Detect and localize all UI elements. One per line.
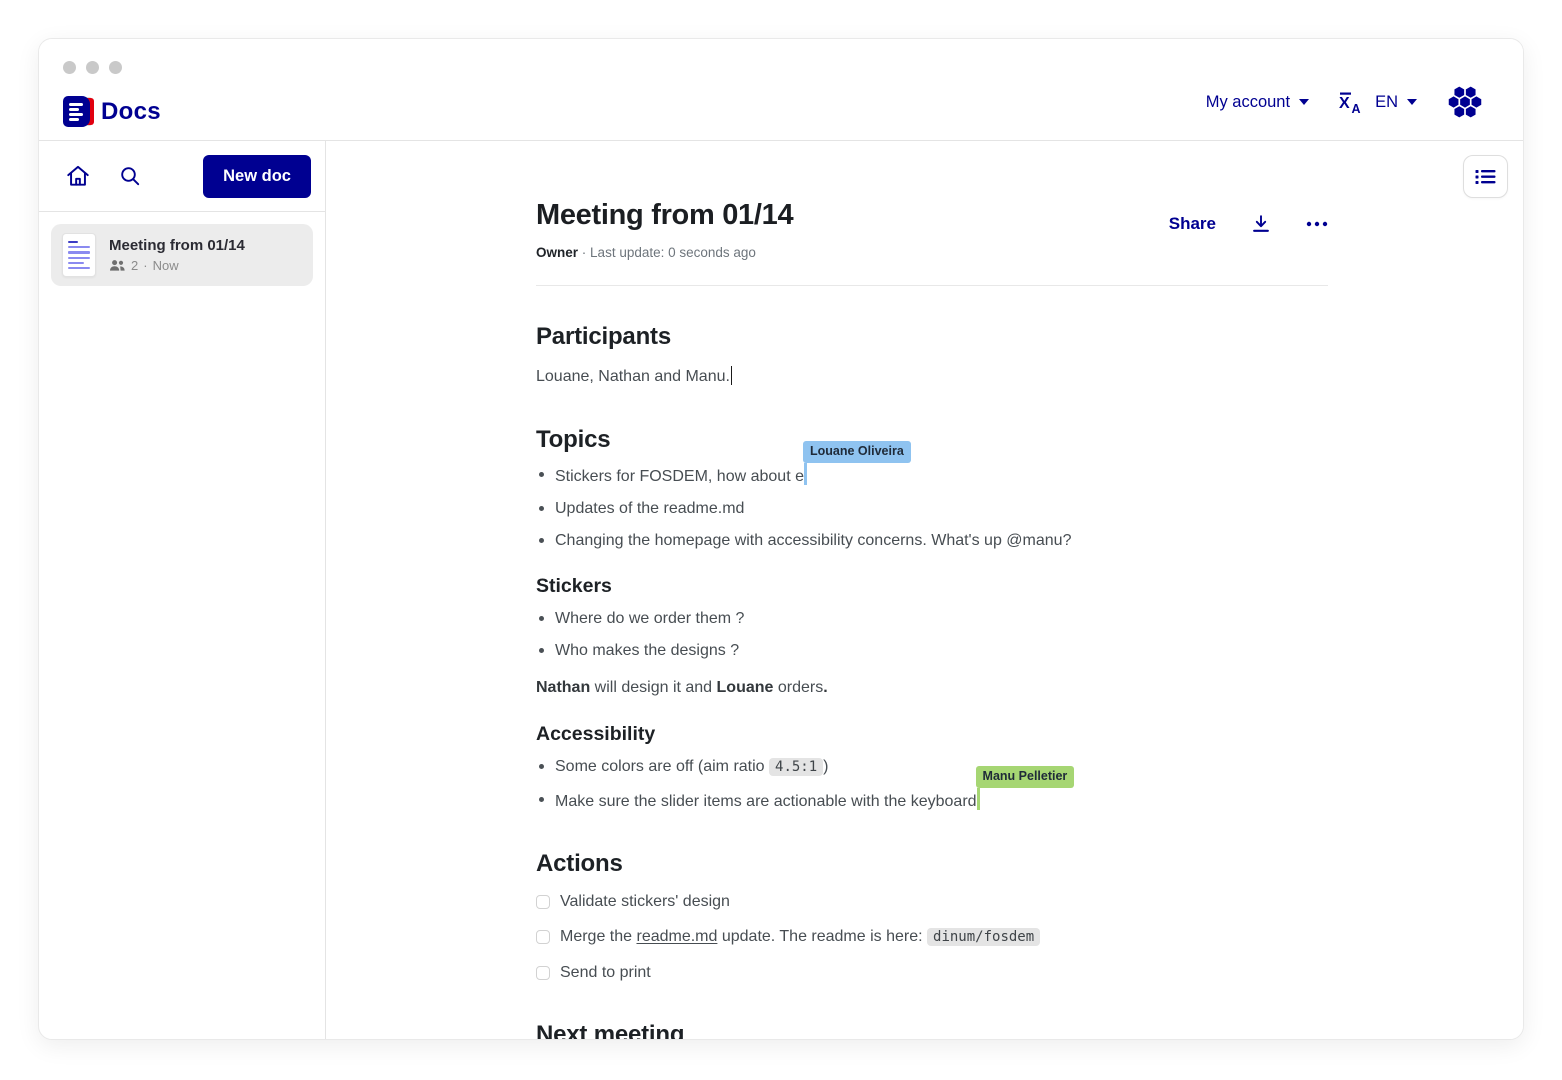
- home-button[interactable]: [59, 157, 97, 195]
- doc-bullet-item: Stickers for FOSDEM, how about eLouane O…: [536, 463, 1328, 488]
- doc-bullet-list: Some colors are off (aim ratio 4.5:1) Mak…: [536, 755, 1328, 813]
- table-of-contents-button[interactable]: [1463, 155, 1508, 198]
- doc-checklist-item: Merge the readme.md update. The readme i…: [536, 925, 1328, 949]
- checklist-item-label: Validate stickers' design: [560, 890, 730, 913]
- bold-text: .: [823, 679, 827, 696]
- app-window: Docs My account X A EN: [38, 38, 1524, 1040]
- svg-text:X: X: [1339, 95, 1350, 112]
- translate-icon: X A: [1339, 91, 1366, 114]
- window-controls: [63, 61, 122, 74]
- owner-badge: Owner: [536, 245, 578, 260]
- checkbox[interactable]: [536, 930, 550, 944]
- meta-separator: ·: [582, 245, 587, 260]
- checkbox[interactable]: [536, 966, 550, 980]
- doc-heading: Participants: [536, 322, 1328, 351]
- doc-paragraph: Louane, Nathan and Manu.: [536, 365, 1328, 389]
- doc-heading: Topics: [536, 425, 1328, 454]
- doc-checklist-item: Validate stickers' design: [536, 890, 1328, 913]
- window-dot[interactable]: [109, 61, 122, 74]
- app-title: Docs: [101, 98, 161, 126]
- doc-paragraph: Nathan will design it and Louane orders.: [536, 676, 1328, 700]
- meta-separator: ·: [143, 258, 147, 273]
- list-icon: [1474, 167, 1497, 187]
- inline-code: 4.5:1: [769, 758, 823, 776]
- collab-cursor-label: Louane Oliveira: [803, 441, 911, 463]
- checklist-item-label: Merge the readme.md update. The readme i…: [560, 925, 1040, 949]
- doc-checklist: Validate stickers' design Merge the readm…: [536, 890, 1328, 984]
- doc-checklist-item: Send to print: [536, 961, 1328, 984]
- document-meta: Owner · Last update: 0 seconds ago: [536, 245, 1328, 261]
- checklist-item-label: Send to print: [560, 961, 651, 984]
- doc-bullet-item: Where do we order them ?: [536, 607, 1328, 630]
- sidebar: New doc Meeting from 01/14: [39, 141, 326, 1039]
- checkbox[interactable]: [536, 895, 550, 909]
- search-icon: [118, 164, 142, 188]
- doc-bullet-item: Some colors are off (aim ratio 4.5:1): [536, 755, 1328, 779]
- docs-logo-icon: [63, 96, 90, 127]
- doc-heading: Accessibility: [536, 722, 1328, 746]
- language-label: EN: [1375, 93, 1398, 112]
- text-caret: [731, 366, 733, 385]
- doc-bullet-list: Stickers for FOSDEM, how about eLouane O…: [536, 463, 1328, 552]
- document-divider: [536, 285, 1328, 286]
- home-icon: [65, 163, 91, 189]
- bold-text: Louane: [717, 679, 774, 696]
- document-people-count: 2: [131, 258, 138, 273]
- language-menu[interactable]: X A EN: [1339, 91, 1417, 114]
- bold-text: Nathan: [536, 679, 590, 696]
- document-item-meta: 2 · Now: [109, 258, 245, 273]
- doc-heading: Actions: [536, 849, 1328, 878]
- document: Meeting from 01/14 Owner · Last update: …: [536, 141, 1328, 1039]
- last-update-text: Last update: 0 seconds ago: [590, 245, 756, 260]
- doc-bullet-item: Who makes the designs ?: [536, 639, 1328, 662]
- doc-bullet-item: Make sure the slider items are actionabl…: [536, 788, 1328, 813]
- more-options-icon[interactable]: [1306, 221, 1328, 227]
- doc-bullet-item: Updates of the readme.md: [536, 497, 1328, 520]
- document-body[interactable]: Participants Louane, Nathan and Manu. Topi…: [536, 322, 1328, 1039]
- svg-text:A: A: [1352, 102, 1361, 114]
- document-actions: Share: [1169, 213, 1328, 235]
- document-updated-time: Now: [153, 258, 179, 273]
- search-button[interactable]: [111, 157, 149, 195]
- people-icon: [109, 259, 126, 272]
- doc-bullet-list: Where do we order them ? Who makes the de…: [536, 607, 1328, 662]
- document-item-title: Meeting from 01/14: [109, 237, 245, 256]
- new-doc-button[interactable]: New doc: [203, 155, 311, 198]
- my-account-label: My account: [1206, 93, 1290, 112]
- inline-link[interactable]: readme.md: [636, 928, 717, 945]
- doc-heading: Stickers: [536, 574, 1328, 598]
- document-icon: [62, 233, 96, 277]
- header-controls: My account X A EN: [1206, 84, 1483, 120]
- app-header: Docs My account X A EN: [39, 39, 1523, 141]
- window-dot[interactable]: [86, 61, 99, 74]
- collab-caret: Manu Pelletier: [977, 788, 980, 810]
- doc-heading: Next meeting: [536, 1020, 1328, 1039]
- document-list-item[interactable]: Meeting from 01/14 2 · Now: [51, 224, 313, 286]
- chevron-down-icon: [1299, 99, 1309, 105]
- download-icon[interactable]: [1250, 213, 1272, 235]
- collab-caret: Louane Oliveira: [804, 463, 807, 485]
- window-dot[interactable]: [63, 61, 76, 74]
- document-list: Meeting from 01/14 2 · Now: [39, 212, 325, 298]
- collab-cursor-label: Manu Pelletier: [976, 766, 1075, 788]
- share-button[interactable]: Share: [1169, 214, 1216, 234]
- app-logo[interactable]: Docs: [63, 96, 161, 127]
- sidebar-toolbar: New doc: [39, 141, 325, 212]
- inline-code: dinum/fosdem: [927, 928, 1040, 946]
- editor-pane: Meeting from 01/14 Owner · Last update: …: [326, 141, 1523, 1039]
- doc-bullet-item: Changing the homepage with accessibility…: [536, 529, 1328, 552]
- document-header: Meeting from 01/14 Owner · Last update: …: [536, 197, 1328, 261]
- my-account-menu[interactable]: My account: [1206, 93, 1309, 112]
- chevron-down-icon: [1407, 99, 1417, 105]
- apps-grid-icon[interactable]: [1447, 84, 1483, 120]
